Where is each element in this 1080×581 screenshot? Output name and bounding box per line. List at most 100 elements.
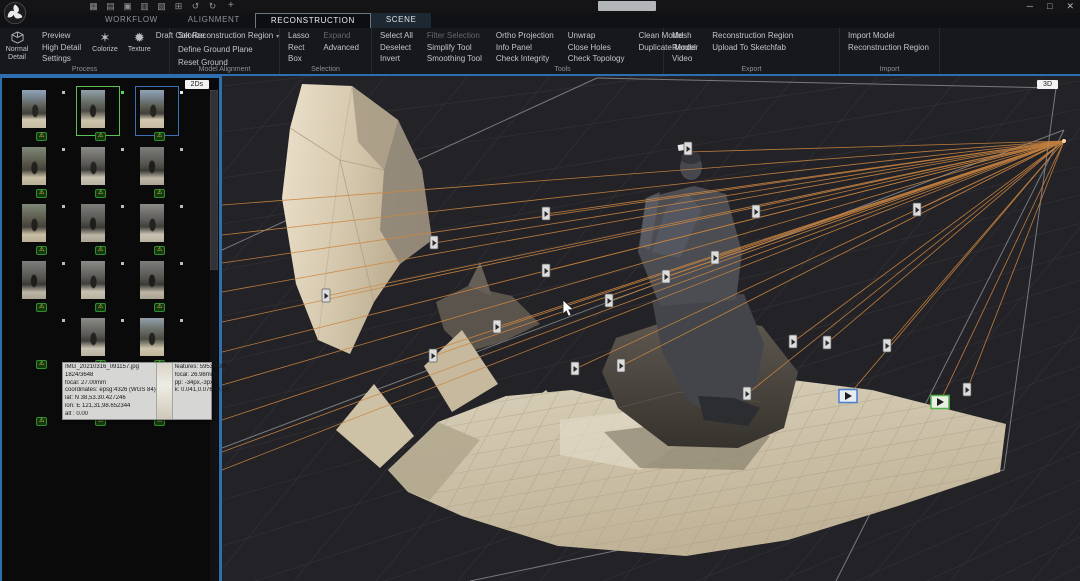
ribbon-item[interactable]: Ortho Projection [496, 30, 554, 42]
camera-marker[interactable] [571, 362, 579, 375]
ribbon-item[interactable]: Lasso [288, 30, 309, 42]
ribbon-item[interactable]: Unwrap [568, 30, 625, 42]
ribbon-item[interactable]: Render [672, 42, 698, 54]
photo-thumbnail-cell[interactable]: ⚠ [16, 200, 75, 257]
quick-access-icon[interactable]: ▧ [156, 1, 167, 12]
viewport-3d-scene[interactable] [222, 76, 1080, 581]
photo-thumbnail[interactable] [22, 204, 46, 242]
photo-thumbnail[interactable] [140, 147, 164, 185]
photo-thumbnail[interactable] [22, 318, 46, 356]
normal-detail-button[interactable]: Normal Detail [0, 29, 34, 65]
ribbon-item[interactable]: Simplify Tool [427, 42, 482, 54]
photo-thumbnail[interactable] [81, 261, 105, 299]
photo-thumbnail-cell[interactable]: ⚠ [134, 200, 193, 257]
viewport-3d[interactable]: 3D [222, 76, 1080, 581]
camera-marker-selected-blue[interactable] [839, 390, 857, 403]
close-button[interactable]: ✕ [1066, 0, 1074, 12]
app-logo-icon[interactable] [3, 1, 27, 25]
photo-thumbnail-cell[interactable]: ⚠ [134, 143, 193, 200]
ribbon-item[interactable]: Filter Selection [427, 30, 482, 42]
ribbon-item[interactable]: Smoothing Tool [427, 53, 482, 65]
ribbon-item[interactable]: Check Integrity [496, 53, 554, 65]
ribbon-item[interactable]: Preview [42, 30, 81, 42]
ribbon-item[interactable]: Settings [42, 53, 81, 65]
quick-access-icon[interactable]: ▤ [105, 1, 116, 12]
maximize-button[interactable]: □ [1047, 0, 1052, 12]
photo-thumbnail-cell[interactable]: ⚠ [134, 86, 193, 143]
camera-marker[interactable] [823, 336, 831, 349]
photo-thumbnail[interactable] [81, 204, 105, 242]
ribbon-item[interactable]: Define Ground Plane [178, 44, 279, 58]
ribbon-item[interactable]: Reconstruction Region [848, 42, 929, 54]
ribbon-tab[interactable]: WORKFLOW [90, 13, 173, 28]
quick-access-icon[interactable]: ▦ [88, 1, 99, 12]
minimize-button[interactable]: ─ [1027, 0, 1033, 12]
photo-thumbnail[interactable] [140, 318, 164, 356]
ribbon-item[interactable]: Video [672, 53, 698, 65]
texture-button[interactable]: ✹ Texture [123, 29, 156, 65]
photo-thumbnail-cell[interactable]: ⚠ [16, 257, 75, 314]
camera-marker[interactable] [493, 320, 501, 333]
photo-thumbnail[interactable] [22, 90, 46, 128]
photo-thumbnail[interactable] [81, 90, 105, 128]
camera-marker[interactable] [711, 251, 719, 264]
ribbon-item[interactable]: Check Topology [568, 53, 625, 65]
ribbon-item[interactable]: Upload To Sketchfab [712, 42, 793, 54]
camera-marker[interactable] [743, 387, 751, 400]
photo-thumbnail-cell[interactable]: ⚠ [16, 143, 75, 200]
ribbon-item[interactable]: Mesh [672, 30, 698, 42]
quick-access-icon[interactable]: ▥ [139, 1, 150, 12]
camera-marker[interactable] [752, 205, 760, 218]
camera-marker[interactable] [662, 270, 670, 283]
ribbon-tab[interactable]: ALIGNMENT [173, 13, 255, 28]
quick-access-icon[interactable]: ↺ [190, 1, 201, 12]
photo-thumbnail[interactable] [140, 261, 164, 299]
ribbon-item[interactable]: High Detail [42, 42, 81, 54]
photo-thumbnail[interactable] [140, 204, 164, 242]
photo-thumbnail-cell[interactable]: ⚠ [75, 86, 134, 143]
ribbon-item[interactable]: Invert [380, 53, 413, 65]
add-view-button[interactable]: + [228, 0, 234, 11]
photo-thumbnail-cell[interactable]: ⚠ [16, 86, 75, 143]
ribbon-item[interactable]: Reconstruction Region [712, 30, 793, 42]
ribbon-item[interactable]: Select All [380, 30, 413, 42]
camera-marker[interactable] [542, 207, 550, 220]
photo-thumbnail[interactable] [81, 318, 105, 356]
ribbon-item[interactable]: Close Holes [568, 42, 625, 54]
quick-access-icon[interactable]: ⊞ [173, 1, 184, 12]
camera-marker-selected-green[interactable] [931, 396, 949, 409]
ribbon-item[interactable]: Rect [288, 42, 309, 54]
camera-marker[interactable] [789, 335, 797, 348]
ribbon-item[interactable]: Info Panel [496, 42, 554, 54]
panel-tab-2ds[interactable]: 2Ds [185, 80, 209, 89]
photo-thumbnail-cell[interactable]: ⚠ [75, 257, 134, 314]
photo-thumbnail-cell[interactable]: ⚠ [134, 257, 193, 314]
camera-marker[interactable] [913, 203, 921, 216]
camera-marker[interactable] [617, 359, 625, 372]
photo-thumbnail-cell[interactable]: ⚠ [75, 143, 134, 200]
photo-thumbnail[interactable] [22, 261, 46, 299]
photo-thumbnail[interactable] [22, 375, 46, 413]
ribbon-item[interactable]: Import Model [848, 30, 929, 42]
quick-access-icon[interactable]: ↻ [207, 1, 218, 12]
photo-thumbnail-cell[interactable]: ⚠ [75, 200, 134, 257]
panel-tab-3d[interactable]: 3D [1037, 80, 1058, 89]
panel-scrollbar-thumb[interactable] [210, 90, 218, 270]
photo-thumbnail[interactable] [140, 90, 164, 128]
photo-thumbnail[interactable] [22, 147, 46, 185]
wall-mesh-fragment[interactable] [282, 84, 432, 354]
camera-marker[interactable] [542, 264, 550, 277]
ribbon-item[interactable]: Expand [323, 30, 359, 42]
ribbon-item[interactable]: Deselect [380, 42, 413, 54]
camera-marker[interactable] [430, 236, 438, 249]
colorize-button[interactable]: ✶ Colorize [87, 29, 123, 65]
camera-marker[interactable] [963, 383, 971, 396]
ribbon-item[interactable]: Advanced [323, 42, 359, 54]
ribbon-tab[interactable]: SCENE [371, 13, 432, 28]
ribbon-item[interactable]: Box [288, 53, 309, 65]
camera-marker[interactable] [322, 289, 330, 302]
camera-marker[interactable] [429, 349, 437, 362]
camera-marker[interactable] [605, 294, 613, 307]
ribbon-tab[interactable]: RECONSTRUCTION [255, 13, 371, 28]
camera-marker[interactable] [684, 142, 692, 155]
